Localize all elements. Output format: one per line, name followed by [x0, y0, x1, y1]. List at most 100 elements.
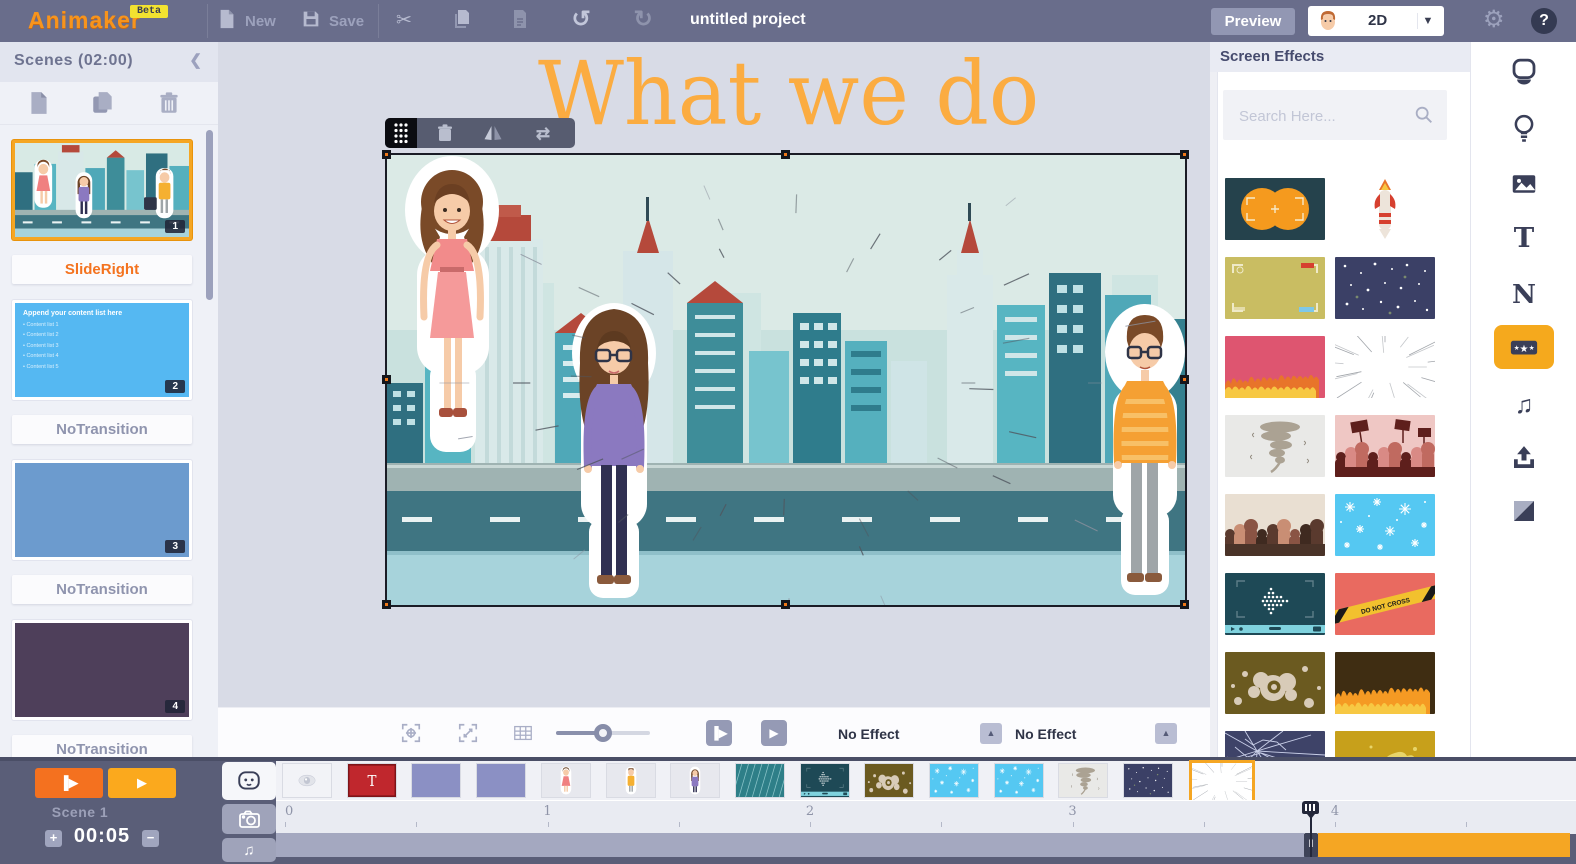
scene-canvas[interactable] [385, 153, 1187, 607]
duplicate-scene-button[interactable] [90, 90, 116, 116]
playhead[interactable] [1302, 801, 1319, 857]
cut-button[interactable]: ✂ [392, 10, 416, 32]
properties-bulb-tab-icon[interactable] [1494, 106, 1554, 150]
transitions-tab-icon[interactable] [1494, 489, 1554, 533]
timeline-clip-rain[interactable] [736, 764, 784, 797]
effect-tile-video-player[interactable] [1225, 573, 1325, 635]
timeline-clip-tornado[interactable] [1059, 764, 1107, 797]
selection-handle[interactable] [1180, 375, 1189, 384]
timeline-clip-solid-purple[interactable] [477, 764, 525, 797]
focus-center-icon[interactable] [400, 722, 422, 744]
transition-button-scene-2[interactable]: NoTransition [12, 415, 192, 444]
effect-tile-smoke-blast[interactable] [1225, 652, 1325, 714]
camera-track-icon[interactable] [222, 804, 276, 834]
play-scene-button[interactable]: ▐▶ [35, 768, 103, 798]
selection-handle[interactable] [382, 150, 391, 159]
scene-thumbnail-2[interactable]: Append your content list here• Content l… [12, 300, 192, 400]
effect-tile-flames[interactable] [1335, 652, 1435, 714]
effect-tile-missile[interactable] [1335, 178, 1435, 240]
swap-icon[interactable]: ⇄ [531, 121, 555, 145]
copy-button[interactable] [450, 10, 474, 32]
timeline-clip-solid-purple[interactable] [412, 764, 460, 797]
mode-dropdown[interactable]: 2D ▼ [1308, 6, 1444, 36]
effect-tile-binoculars[interactable] [1225, 178, 1325, 240]
drag-handle-icon[interactable] [385, 118, 417, 148]
effect-tile-crowd[interactable] [1225, 494, 1325, 556]
grid-icon[interactable] [512, 722, 534, 744]
collapse-panel-icon[interactable]: ❮ [189, 51, 202, 69]
selection-handle[interactable] [1180, 150, 1189, 159]
timeline-clip-visibility-eye[interactable] [283, 764, 331, 797]
audio-bar-remaining[interactable] [1318, 833, 1570, 857]
project-title[interactable]: untitled project [690, 11, 806, 29]
save-project-button[interactable]: Save [300, 10, 364, 32]
scene-thumbnail-1[interactable]: 1 [12, 140, 192, 240]
timeline-clip-character-purple[interactable] [671, 764, 719, 797]
exit-effect-label[interactable]: No Effect [1015, 726, 1076, 742]
flip-horizontal-icon[interactable] [481, 121, 505, 145]
add-scene-button[interactable] [26, 90, 52, 116]
search-input[interactable] [1237, 90, 1401, 142]
zoom-slider[interactable] [556, 731, 650, 735]
timeline-clip-character-pink[interactable] [542, 764, 590, 797]
selection-handle[interactable] [1180, 600, 1189, 609]
scene-thumbnail-4[interactable]: 4 [12, 620, 192, 720]
upload-tab-icon[interactable] [1494, 436, 1554, 480]
effects-tab-icon[interactable]: ★★★ [1494, 325, 1554, 369]
scene-thumbnail-3[interactable]: 3 [12, 460, 192, 560]
enter-effect-label[interactable]: No Effect [838, 726, 899, 742]
text-tab-icon[interactable]: T [1494, 216, 1554, 260]
help-icon[interactable]: ? [1531, 8, 1557, 34]
selection-handle[interactable] [382, 375, 391, 384]
effects-scrollbar[interactable] [1210, 42, 1218, 757]
timeline-clip-starry-night[interactable] [1124, 764, 1172, 797]
music-tab-icon[interactable]: ♫ [1494, 382, 1554, 426]
timeline-ruler[interactable]: 01234 [276, 800, 1576, 834]
music-track-icon[interactable]: ♫ [222, 838, 276, 862]
selection-handle[interactable] [781, 600, 790, 609]
timeline-clip-text-clip[interactable]: T [348, 764, 396, 797]
chevron-down-icon[interactable]: ▼ [1417, 13, 1438, 29]
timeline-clip-snowflakes[interactable] [995, 764, 1043, 797]
selection-handle[interactable] [382, 600, 391, 609]
fit-expand-icon[interactable] [457, 722, 479, 744]
timeline-clip-smoke-blast[interactable] [865, 764, 913, 797]
preview-button[interactable]: Preview [1211, 8, 1295, 35]
transition-button-scene-3[interactable]: NoTransition [12, 575, 192, 604]
effect-tile-protest-crowd[interactable] [1335, 415, 1435, 477]
timeline-clip-snowflakes[interactable] [930, 764, 978, 797]
decrease-duration-button[interactable]: − [142, 830, 159, 847]
timeline-clip-video-player[interactable] [801, 764, 849, 797]
effect-tile-fire-pink[interactable] [1225, 336, 1325, 398]
effect-tile-tornado[interactable] [1225, 415, 1325, 477]
play-scene-preview-button[interactable]: ▐▶ [706, 720, 732, 746]
redo-button[interactable]: ↻ [630, 10, 656, 32]
effect-tile-snowflakes[interactable] [1335, 494, 1435, 556]
gear-icon[interactable]: ⚙ [1483, 5, 1505, 34]
timeline-clip-speed-lines-selected[interactable] [1189, 760, 1255, 803]
increase-duration-button[interactable]: + [45, 830, 62, 847]
scenes-scrollbar[interactable] [206, 130, 213, 300]
zoom-slider-knob[interactable] [594, 724, 612, 742]
animaker-logo[interactable]: Animaker [28, 7, 141, 34]
characters-tab-icon[interactable] [1494, 50, 1554, 94]
new-project-button[interactable]: New [216, 10, 276, 32]
selection-handle[interactable] [781, 150, 790, 159]
exit-effect-expand-icon[interactable]: ▲ [1155, 723, 1177, 744]
effect-tile-cracked-web[interactable] [1225, 731, 1325, 757]
images-tab-icon[interactable] [1494, 162, 1554, 206]
delete-scene-button[interactable] [156, 90, 182, 116]
effect-tile-speed-lines[interactable] [1335, 336, 1435, 398]
transition-button-scene-1[interactable]: SlideRight [12, 255, 192, 284]
effect-tile-starry-night[interactable] [1335, 257, 1435, 319]
play-preview-button[interactable]: ▶ [761, 720, 787, 746]
audio-bar[interactable] [276, 833, 1304, 857]
play-project-button[interactable]: ▶ [108, 768, 176, 798]
search-icon[interactable] [1413, 104, 1435, 126]
transition-button-scene-4[interactable]: NoTransition [12, 735, 192, 757]
canvas-text-object[interactable]: What we do [538, 42, 1039, 145]
timeline-clip-character-yellow[interactable] [607, 764, 655, 797]
effect-tile-do-not-cross[interactable]: DO NOT CROSS [1335, 573, 1435, 635]
character-track-icon[interactable] [222, 762, 276, 800]
undo-button[interactable]: ↺ [568, 10, 594, 32]
